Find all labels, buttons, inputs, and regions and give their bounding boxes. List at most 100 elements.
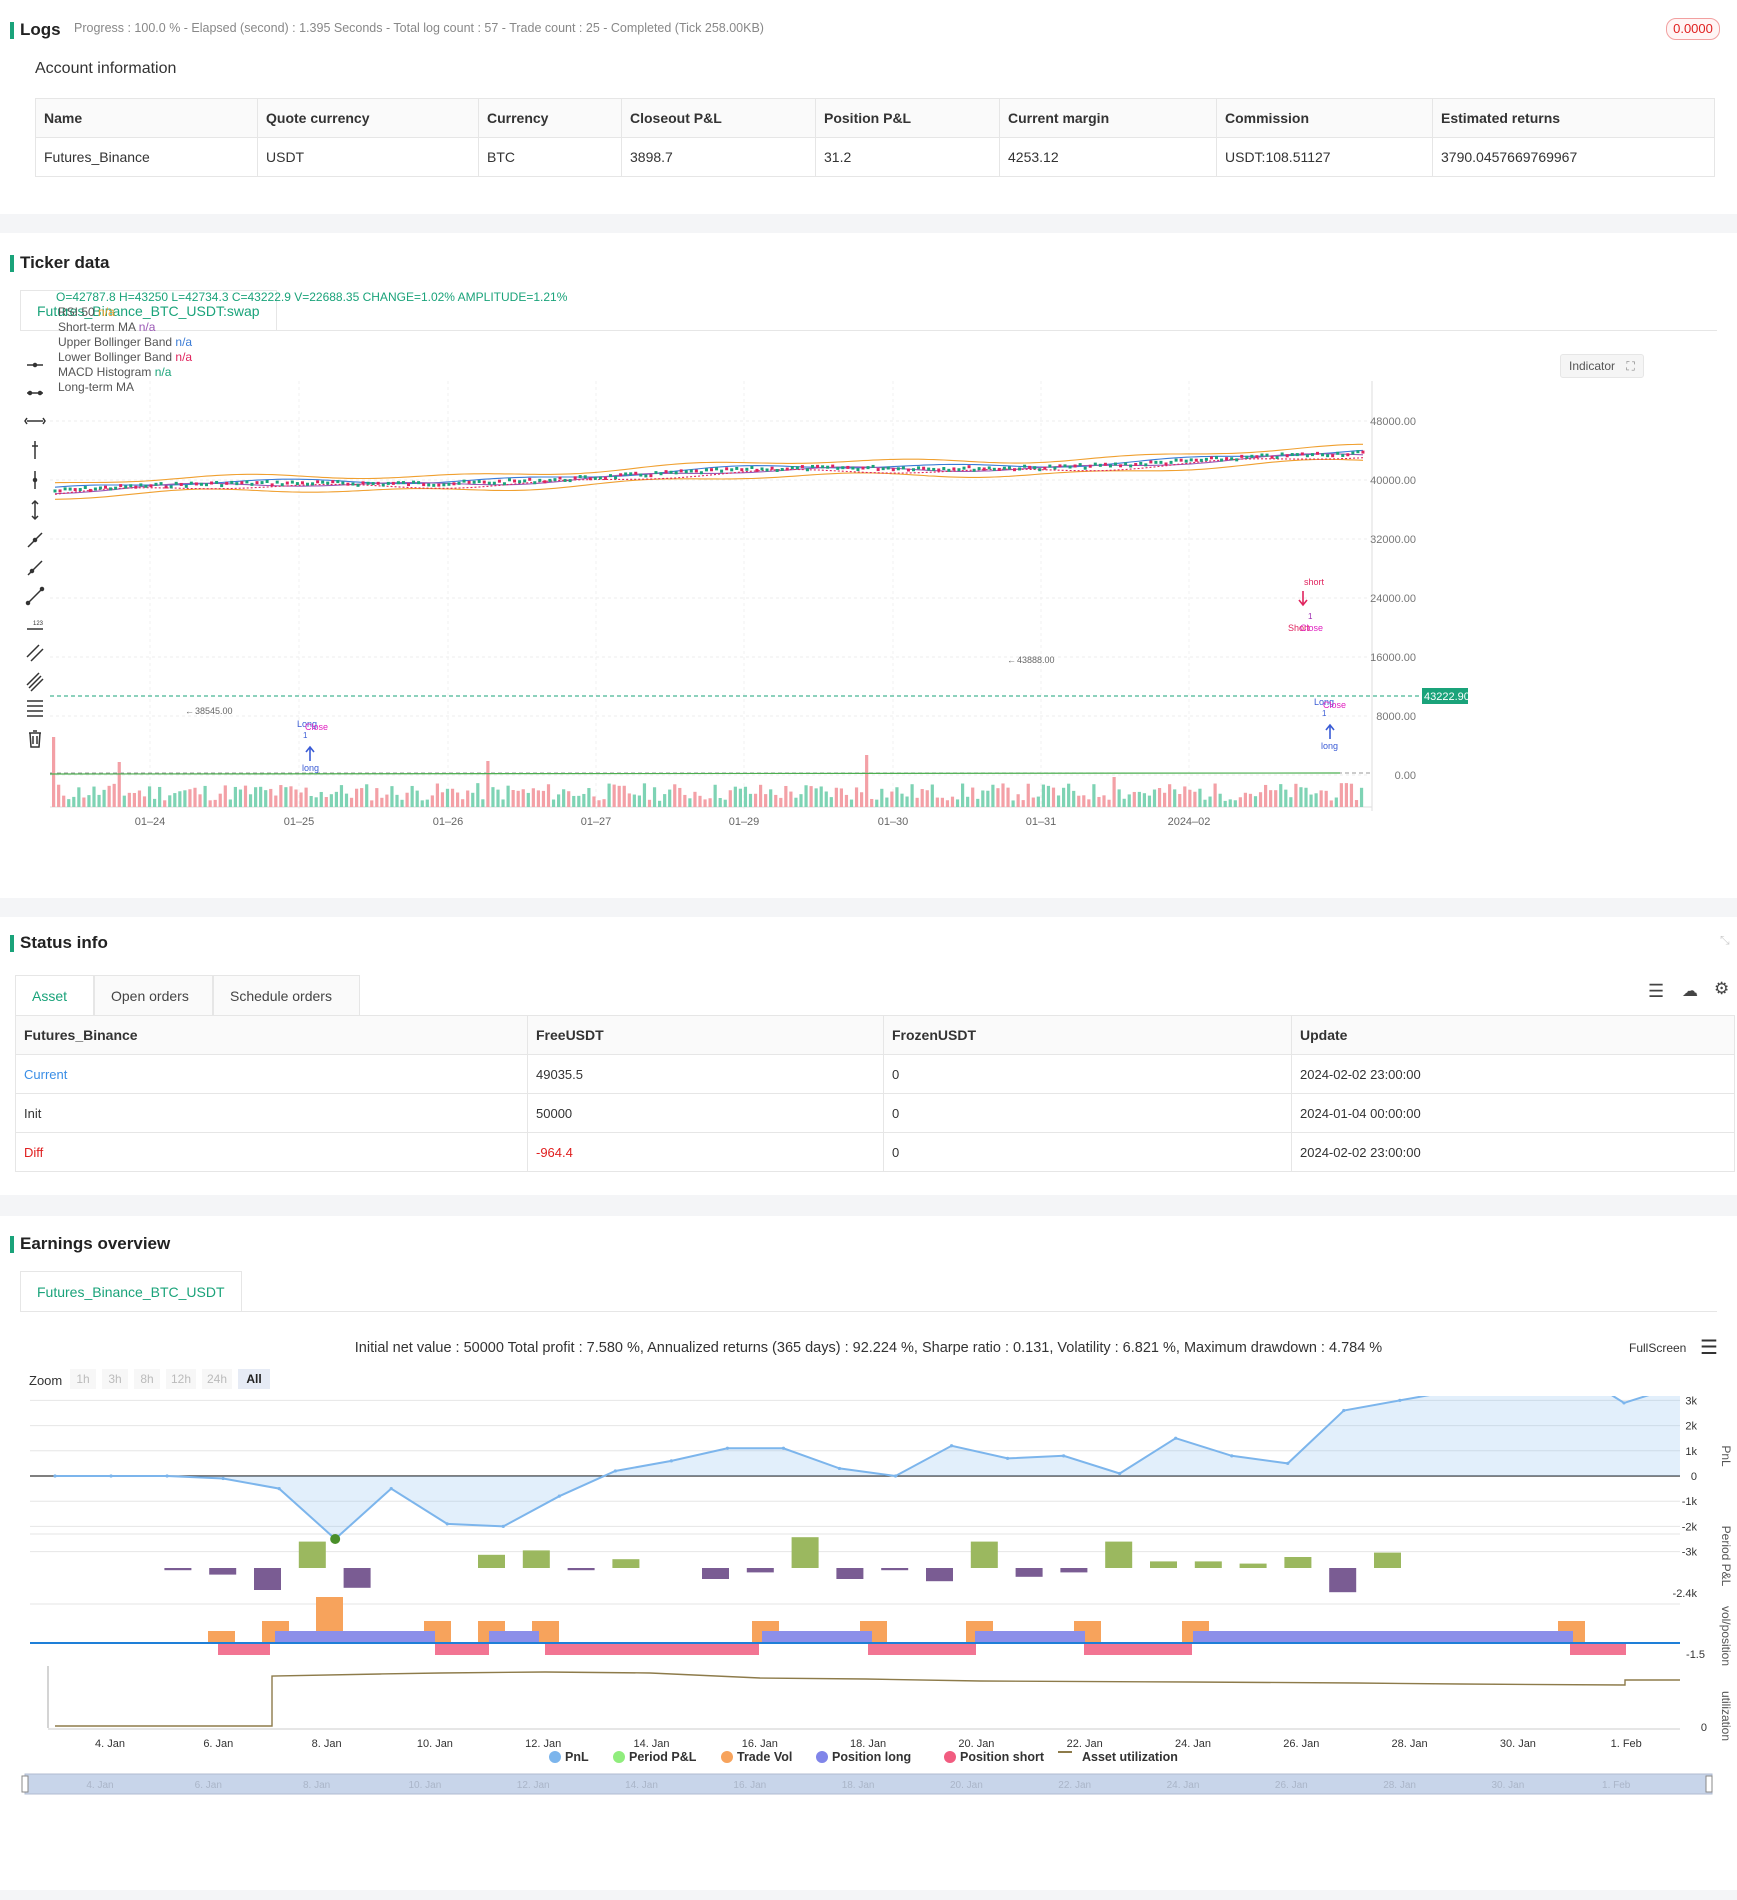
zoom-1h[interactable]: 1h [70,1369,96,1389]
candle [1043,466,1047,470]
navigator-tick-label: 6. Jan [195,1780,222,1791]
candle [199,482,203,486]
candle [1114,462,1117,466]
tab-earnings-symbol[interactable]: Futures_Binance_BTC_USDT [20,1271,242,1311]
price-channel-icon[interactable] [26,672,44,692]
volume-bar [1218,793,1222,807]
navigator-tick-label: 30. Jan [1491,1780,1524,1791]
candle [1129,464,1133,468]
menu-icon[interactable]: ☰ [1700,1335,1718,1360]
candle [1341,453,1345,457]
parallel-channel-icon[interactable] [26,644,44,662]
legend-macd[interactable]: MACD Histogram n/a [58,365,192,380]
period-pnl-bar [970,1541,998,1568]
zoom-12h[interactable]: 12h [166,1369,196,1389]
volume-bar [193,787,197,807]
volume-bar [1072,790,1076,807]
candle [260,481,264,485]
volume-bar [703,799,707,807]
navigator-tick-label: 20. Jan [950,1780,983,1791]
status-collapse-icon[interactable]: ⤡ [1720,933,1730,948]
legend-lower-bb[interactable]: Lower Bollinger Band n/a [58,350,192,365]
legend-long-ma[interactable]: Long-term MA [58,380,192,395]
extended-line-icon[interactable] [24,417,46,425]
indicator-legend: RSI 50 n/a Short-term MA n/a Upper Bolli… [58,305,192,395]
x-tick-label: 01–31 [1026,816,1057,828]
candle [851,466,855,470]
vertical-ray-icon[interactable] [32,471,38,489]
tab-asset[interactable]: Asset [15,975,94,1015]
x-tick-label: 18. Jan [850,1738,886,1750]
horizontal-ray-icon[interactable] [27,390,43,396]
period-pnl-bar [1060,1568,1088,1573]
candle [220,484,224,488]
volume-bar [1031,797,1035,807]
status-panel: Status info ⤡ Asset Open orders Schedule… [0,917,1737,1195]
volume-bar [1339,783,1343,807]
volume-bar [107,785,111,807]
indicator-button[interactable]: Indicator ⛶ [1560,354,1644,378]
candle [1028,465,1032,469]
segment-line-icon[interactable] [25,586,45,606]
price-line-icon[interactable]: 123 [27,621,44,630]
cloud-download-icon[interactable]: ☁ [1682,981,1698,1001]
settings-gear-icon[interactable]: ⚙ [1714,979,1729,999]
volume-bar [309,795,313,807]
zoom-3h[interactable]: 3h [102,1369,128,1389]
account-header-row: Name Quote currency Currency Closeout P&… [35,98,1715,138]
fibonacci-icon[interactable] [27,700,43,717]
vertical-line-icon[interactable] [32,441,38,459]
volume-bar [950,796,955,807]
volume-bar [410,785,414,807]
candle [215,480,219,484]
zoom-8h[interactable]: 8h [134,1369,160,1389]
candle [725,467,729,471]
volume-bar [557,794,561,807]
trend-line-icon[interactable] [27,532,43,548]
candle [210,481,214,485]
volume-bar [930,784,934,807]
candle [225,481,229,485]
legend-upper-bb[interactable]: Upper Bollinger Band n/a [58,335,192,350]
volume-bar [72,796,76,807]
legend-symbol [721,1751,733,1763]
candle [104,485,107,489]
legend-short-ma[interactable]: Short-term MA n/a [58,320,192,335]
list-view-icon[interactable]: ☰ [1648,981,1664,1002]
candle [603,476,607,480]
volume-bar [1349,783,1354,807]
candle [856,468,860,472]
trash-icon[interactable] [29,730,41,748]
volume-bar [1319,790,1323,807]
ticker-chart[interactable]: 48000.00 40000.00 32000.00 24000.00 16000.00… [50,341,1720,861]
candle [1255,455,1259,459]
legend-rsi[interactable]: RSI 50 n/a [58,305,192,320]
volume-bar [1314,793,1318,807]
period-pnl-bar [567,1568,595,1571]
fullscreen-button[interactable]: FullScreen [1629,1341,1686,1355]
ray-line-icon[interactable] [27,560,43,576]
volume-bar [551,799,556,807]
cell-position-pnl: 31.2 [815,137,1000,177]
tab-schedule-orders[interactable]: Schedule orders [213,975,360,1015]
x-tick-label: 10. Jan [417,1738,453,1750]
candle [114,486,118,490]
candle [442,483,446,487]
candle [1108,464,1112,468]
expand-icon[interactable]: ⛶ [1626,359,1634,373]
volume-bar [1233,800,1237,807]
earnings-chart[interactable]: 4k3k2k1k0-1k-2k-3kPnLPeriod P&Lvol/posit… [0,1396,1737,1866]
x-tick-label: 26. Jan [1283,1738,1319,1750]
tab-open-orders[interactable]: Open orders [94,975,213,1015]
zoom-all[interactable]: All [238,1369,270,1389]
candle [98,486,102,490]
candle [502,482,506,486]
candle [780,468,784,472]
vertical-segment-icon[interactable] [31,499,39,521]
row-label-current[interactable]: Current [15,1054,528,1094]
zoom-24h[interactable]: 24h [202,1369,232,1389]
candle [53,489,57,493]
candle [558,476,562,480]
volume-bar [663,794,667,807]
horizontal-line-icon[interactable] [27,362,43,368]
